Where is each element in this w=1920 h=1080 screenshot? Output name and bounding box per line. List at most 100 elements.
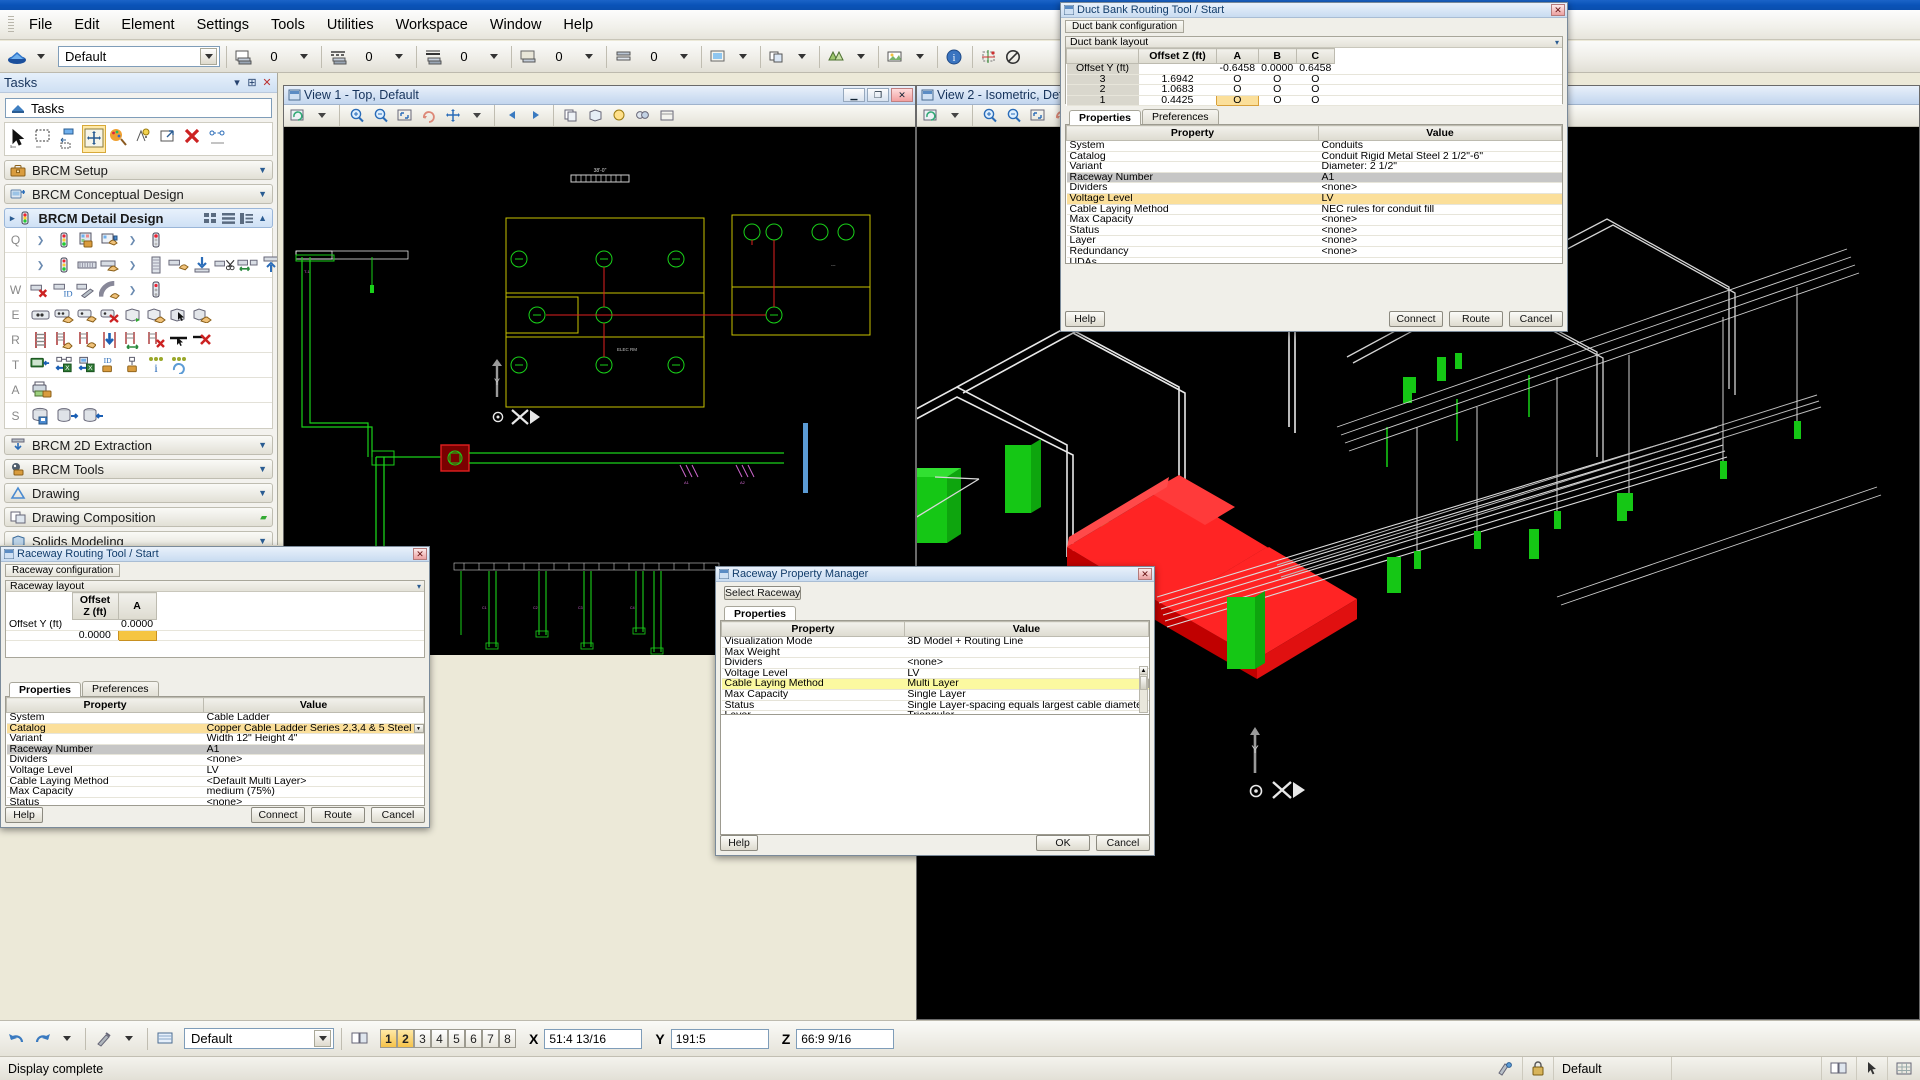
chevron-down-icon[interactable]: ▼ xyxy=(258,536,267,545)
redo-caret[interactable] xyxy=(56,1028,78,1050)
fit-view-2-icon[interactable] xyxy=(1027,105,1049,127)
property-value[interactable]: 3D Model + Routing Line xyxy=(904,636,1149,648)
no-snap-icon[interactable] xyxy=(1003,46,1025,68)
duct-cell[interactable]: O xyxy=(1258,74,1297,86)
property-value[interactable]: medium (75%) xyxy=(203,786,424,798)
property-value[interactable]: LV xyxy=(203,765,424,777)
color-stack-icon[interactable] xyxy=(233,46,255,68)
link-excel-in-icon[interactable]: X xyxy=(53,355,74,376)
update-view-2-caret[interactable] xyxy=(944,105,966,127)
table-row[interactable]: Voltage Level LV xyxy=(1066,193,1562,205)
export-db-icon[interactable] xyxy=(30,355,51,376)
chevron-right-icon-2[interactable]: ❯ xyxy=(122,230,143,251)
table-row[interactable]: Max Capacity medium (75%) xyxy=(6,786,424,798)
coord-x-value[interactable]: 51:4 13/16 xyxy=(544,1028,643,1049)
property-value[interactable]: <none> xyxy=(203,754,424,766)
raceway-cell-selected[interactable] xyxy=(117,629,157,642)
table-row[interactable]: Status <none> xyxy=(6,797,424,805)
menu-file[interactable]: File xyxy=(18,13,63,37)
view-1-minimize-button[interactable]: ▁ xyxy=(843,88,865,102)
priority-stack-icon[interactable] xyxy=(613,46,635,68)
table-row[interactable]: UDAs xyxy=(1066,257,1562,263)
level-symbology-caret[interactable] xyxy=(30,46,52,68)
tasks-selector-combo[interactable]: Tasks xyxy=(5,98,272,118)
table-row[interactable]: Catalog Conduit Rigid Metal Steel 2 1/2"-… xyxy=(1066,151,1562,163)
acs-plane-icon[interactable] xyxy=(979,46,1001,68)
view-previous-icon[interactable] xyxy=(501,105,523,127)
edit-ladder-icon[interactable] xyxy=(53,330,74,351)
property-value[interactable]: Single Layer xyxy=(904,689,1149,701)
menu-tools[interactable]: Tools xyxy=(260,13,316,37)
list-layout-icon[interactable] xyxy=(222,212,236,224)
property-value[interactable]: NEC rules for conduit fill xyxy=(1318,204,1562,216)
tray-raise-icon[interactable] xyxy=(260,255,277,276)
raceway-layout-grid[interactable]: Offset Z (ft) A Offset Y (ft) 0.0000 0.0… xyxy=(6,592,424,642)
composition-extra-icon[interactable]: ▰ xyxy=(260,512,267,523)
raceway-route-button[interactable]: Route xyxy=(311,807,365,823)
edit-block-icon[interactable] xyxy=(145,305,166,326)
select-element-icon[interactable] xyxy=(7,125,31,153)
raster-caret[interactable] xyxy=(909,46,931,68)
redo-icon[interactable] xyxy=(31,1028,53,1050)
duct-bank-cancel-button[interactable]: Cancel xyxy=(1509,311,1563,327)
ladder-icon[interactable] xyxy=(145,255,166,276)
bottom-level-arrow[interactable] xyxy=(314,1030,331,1047)
property-value[interactable]: <none> xyxy=(1318,182,1562,194)
property-value[interactable]: <none> xyxy=(1318,235,1562,247)
property-value[interactable]: Copper Cable Ladder Series 2,3,4 & 5 Ste… xyxy=(203,723,424,735)
menu-workspace[interactable]: Workspace xyxy=(385,13,479,37)
view-display-icon[interactable] xyxy=(632,105,654,127)
save-database-icon[interactable] xyxy=(30,405,54,426)
move-equipment-icon[interactable] xyxy=(76,305,97,326)
tray-status-icon[interactable] xyxy=(145,280,166,301)
chevron-down-icon[interactable]: ▼ xyxy=(258,488,267,498)
raceway-tab-properties[interactable]: Properties xyxy=(9,682,81,697)
property-value[interactable]: Cable Ladder xyxy=(203,712,424,724)
info-icon[interactable]: i xyxy=(145,355,166,376)
raceway-layout-chevron-icon[interactable]: ▾ xyxy=(417,582,424,591)
active-level-combo[interactable]: Default xyxy=(58,46,220,67)
property-value[interactable]: <none> xyxy=(1318,225,1562,237)
task-group-solids-modeling[interactable]: Solids Modeling ▼ xyxy=(4,531,273,545)
status-snap-icon[interactable] xyxy=(1488,1057,1523,1080)
rpm-help-button[interactable]: Help xyxy=(720,835,758,851)
transparency-stack-icon[interactable] xyxy=(518,46,540,68)
tray-cut-icon[interactable] xyxy=(214,255,235,276)
chevron-right-icon[interactable]: ❯ xyxy=(30,230,51,251)
db-import-icon[interactable] xyxy=(82,405,106,426)
place-equipment-icon[interactable] xyxy=(30,305,51,326)
bottom-level-combo[interactable]: Default xyxy=(184,1028,334,1049)
menu-grip[interactable] xyxy=(8,15,14,34)
place-block-icon[interactable] xyxy=(122,305,143,326)
table-row[interactable]: System Conduits xyxy=(1066,140,1562,152)
delete-element-icon[interactable] xyxy=(182,125,206,153)
task-group-brcm-tools[interactable]: BRCM Tools ▼ xyxy=(4,459,273,479)
duct-bank-properties-grid[interactable]: Property Value System Conduits Catalog Cond… xyxy=(1065,124,1563,264)
db-export-icon[interactable] xyxy=(56,405,80,426)
menu-edit[interactable]: Edit xyxy=(63,13,110,37)
raceway-cancel-button[interactable]: Cancel xyxy=(371,807,425,823)
references-caret[interactable] xyxy=(850,46,872,68)
table-row[interactable]: Layer <none> xyxy=(1066,235,1562,247)
delete-equipment-icon[interactable] xyxy=(99,305,120,326)
table-row[interactable]: Catalog Copper Cable Ladder Series 2,3,4 … xyxy=(6,723,424,735)
raceway-config-tab[interactable]: Raceway configuration xyxy=(5,564,121,577)
grid-layout-icon[interactable] xyxy=(204,212,217,224)
property-value[interactable]: Conduit Rigid Metal Steel 2 1/2"-6" xyxy=(1318,151,1562,163)
references-icon[interactable] xyxy=(826,46,848,68)
table-row[interactable]: Cable Laying MethodMulti Layer▼ xyxy=(721,678,1149,690)
table-row[interactable]: Dividers <none> xyxy=(721,657,1149,669)
tray-delete-icon[interactable] xyxy=(30,280,51,301)
view-attributes-icon[interactable] xyxy=(708,46,730,68)
rpm-tab-properties[interactable]: Properties xyxy=(724,606,796,621)
place-cable-tray-icon[interactable] xyxy=(53,255,74,276)
duct-bank-connect-button[interactable]: Connect xyxy=(1389,311,1443,327)
table-row[interactable]: Dividers <none> xyxy=(6,754,424,766)
models-icon[interactable] xyxy=(767,46,789,68)
modify-icon[interactable] xyxy=(157,125,181,153)
raceway-properties-grid[interactable]: Property Value System Cable Ladder Catalog… xyxy=(5,696,425,806)
view-render-icon[interactable] xyxy=(608,105,630,127)
undo-icon[interactable] xyxy=(6,1028,28,1050)
zoom-in-icon[interactable] xyxy=(346,105,368,127)
table-row[interactable]: Max Weight xyxy=(721,647,1149,659)
